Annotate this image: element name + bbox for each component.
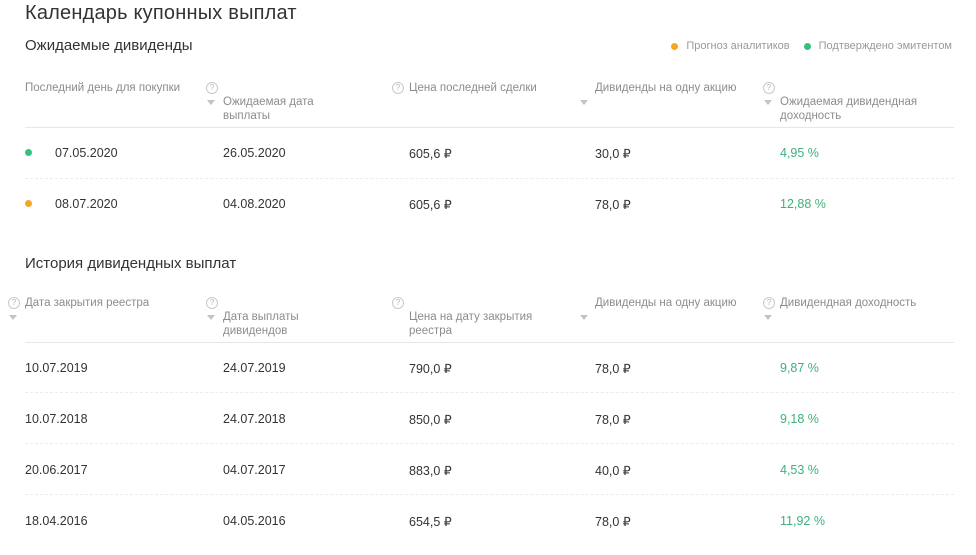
sort-icon[interactable] <box>207 315 215 320</box>
cell-yield: 11,92 % <box>780 514 825 528</box>
row-divider <box>25 392 954 393</box>
header-label: Дата выплаты дивидендов <box>223 311 299 337</box>
cell-dividend: 78,0 ₽ <box>595 362 631 376</box>
forecast-status-icon <box>25 200 32 207</box>
header-label: Последний день для покупки <box>25 82 181 94</box>
header-label: Дата закрытия реестра <box>25 297 150 309</box>
cell-record-date: 18.04.2016 <box>25 514 88 528</box>
cell-price: 605,6 ₽ <box>409 147 452 161</box>
cell-price: 790,0 ₽ <box>409 362 452 376</box>
cell-yield: 4,95 % <box>780 146 819 160</box>
cell-price: 654,5 ₽ <box>409 515 452 529</box>
legend: Прогноз аналитиков Подтверждено эмитенто… <box>671 40 952 52</box>
row-divider <box>25 178 954 179</box>
confirmed-dot-icon <box>803 42 811 50</box>
header-last-trade-price[interactable]: Цена последней сделки <box>409 81 537 95</box>
help-icon[interactable]: ? <box>206 82 218 94</box>
header-label: Дивиденды на одну акцию <box>595 82 737 94</box>
sort-icon[interactable] <box>207 100 215 105</box>
header-label: Дивиденды на одну акцию <box>595 297 737 309</box>
legend-item-forecast: Прогноз аналитиков <box>671 40 790 52</box>
divider <box>25 342 954 343</box>
cell-price: 883,0 ₽ <box>409 464 452 478</box>
sort-icon[interactable] <box>580 100 588 105</box>
cell-record-date: 10.07.2019 <box>25 361 88 375</box>
help-icon[interactable]: ? <box>8 297 20 309</box>
header-dividend-yield[interactable]: Дивидендная доходность <box>780 296 916 310</box>
dividend-history-title: История дивидендных выплат <box>25 255 237 272</box>
cell-price: 605,6 ₽ <box>409 198 452 212</box>
cell-dividend: 40,0 ₽ <box>595 464 631 478</box>
cell-payment-date: 04.08.2020 <box>223 197 286 211</box>
sort-icon[interactable] <box>764 100 772 105</box>
header-payment-date[interactable]: Дата выплаты дивидендов <box>223 296 299 338</box>
cell-yield: 4,53 % <box>780 463 819 477</box>
header-dividend-per-share[interactable]: Дивиденды на одну акцию <box>595 81 737 95</box>
row-divider <box>25 494 954 495</box>
sort-icon[interactable] <box>9 315 17 320</box>
page-title: Календарь купонных выплат <box>25 2 297 24</box>
header-label: Ожидаемая дата выплаты <box>223 96 314 122</box>
header-label: Ожидаемая дивидендная доходность <box>780 96 918 122</box>
expected-dividends-title: Ожидаемые дивиденды <box>25 37 193 54</box>
cell-yield: 9,18 % <box>780 412 819 426</box>
help-icon[interactable]: ? <box>763 297 775 309</box>
cell-yield: 9,87 % <box>780 361 819 375</box>
header-record-date[interactable]: Дата закрытия реестра <box>25 296 149 310</box>
sort-icon[interactable] <box>764 315 772 320</box>
cell-dividend: 78,0 ₽ <box>595 413 631 427</box>
cell-record-date: 20.06.2017 <box>25 463 88 477</box>
sort-icon[interactable] <box>580 315 588 320</box>
cell-yield: 12,88 % <box>780 197 826 211</box>
header-label: Цена последней сделки <box>409 82 537 94</box>
cell-dividend: 78,0 ₽ <box>595 515 631 529</box>
cell-dividend: 78,0 ₽ <box>595 198 631 212</box>
cell-dividend: 30,0 ₽ <box>595 147 631 161</box>
header-last-buy-day[interactable]: Последний день для покупки <box>25 81 180 95</box>
legend-label-forecast: Прогноз аналитиков <box>686 40 790 52</box>
cell-payment-date: 04.07.2017 <box>223 463 286 477</box>
cell-last-buy-day: 08.07.2020 <box>55 197 118 211</box>
header-expected-payment-date[interactable]: Ожидаемая дата выплаты <box>223 81 314 123</box>
header-expected-yield[interactable]: Ожидаемая дивидендная доходность <box>780 81 917 123</box>
confirmed-status-icon <box>25 149 32 156</box>
cell-payment-date: 24.07.2018 <box>223 412 286 426</box>
forecast-dot-icon <box>671 42 679 50</box>
legend-label-confirmed: Подтверждено эмитентом <box>818 40 952 52</box>
help-icon[interactable]: ? <box>392 297 404 309</box>
row-divider <box>25 443 954 444</box>
cell-payment-date: 26.05.2020 <box>223 146 286 160</box>
cell-payment-date: 24.07.2019 <box>223 361 286 375</box>
cell-price: 850,0 ₽ <box>409 413 452 427</box>
cell-record-date: 10.07.2018 <box>25 412 88 426</box>
help-icon[interactable]: ? <box>763 82 775 94</box>
header-label: Цена на дату закрытия реестра <box>409 311 533 337</box>
header-dividend-per-share[interactable]: Дивиденды на одну акцию <box>595 296 737 310</box>
help-icon[interactable]: ? <box>206 297 218 309</box>
header-label: Дивидендная доходность <box>780 297 917 309</box>
help-icon[interactable]: ? <box>392 82 404 94</box>
cell-payment-date: 04.05.2016 <box>223 514 286 528</box>
divider <box>25 127 954 128</box>
legend-item-confirmed: Подтверждено эмитентом <box>803 40 952 52</box>
header-record-date-price[interactable]: Цена на дату закрытия реестра <box>409 296 532 338</box>
cell-last-buy-day: 07.05.2020 <box>55 146 118 160</box>
